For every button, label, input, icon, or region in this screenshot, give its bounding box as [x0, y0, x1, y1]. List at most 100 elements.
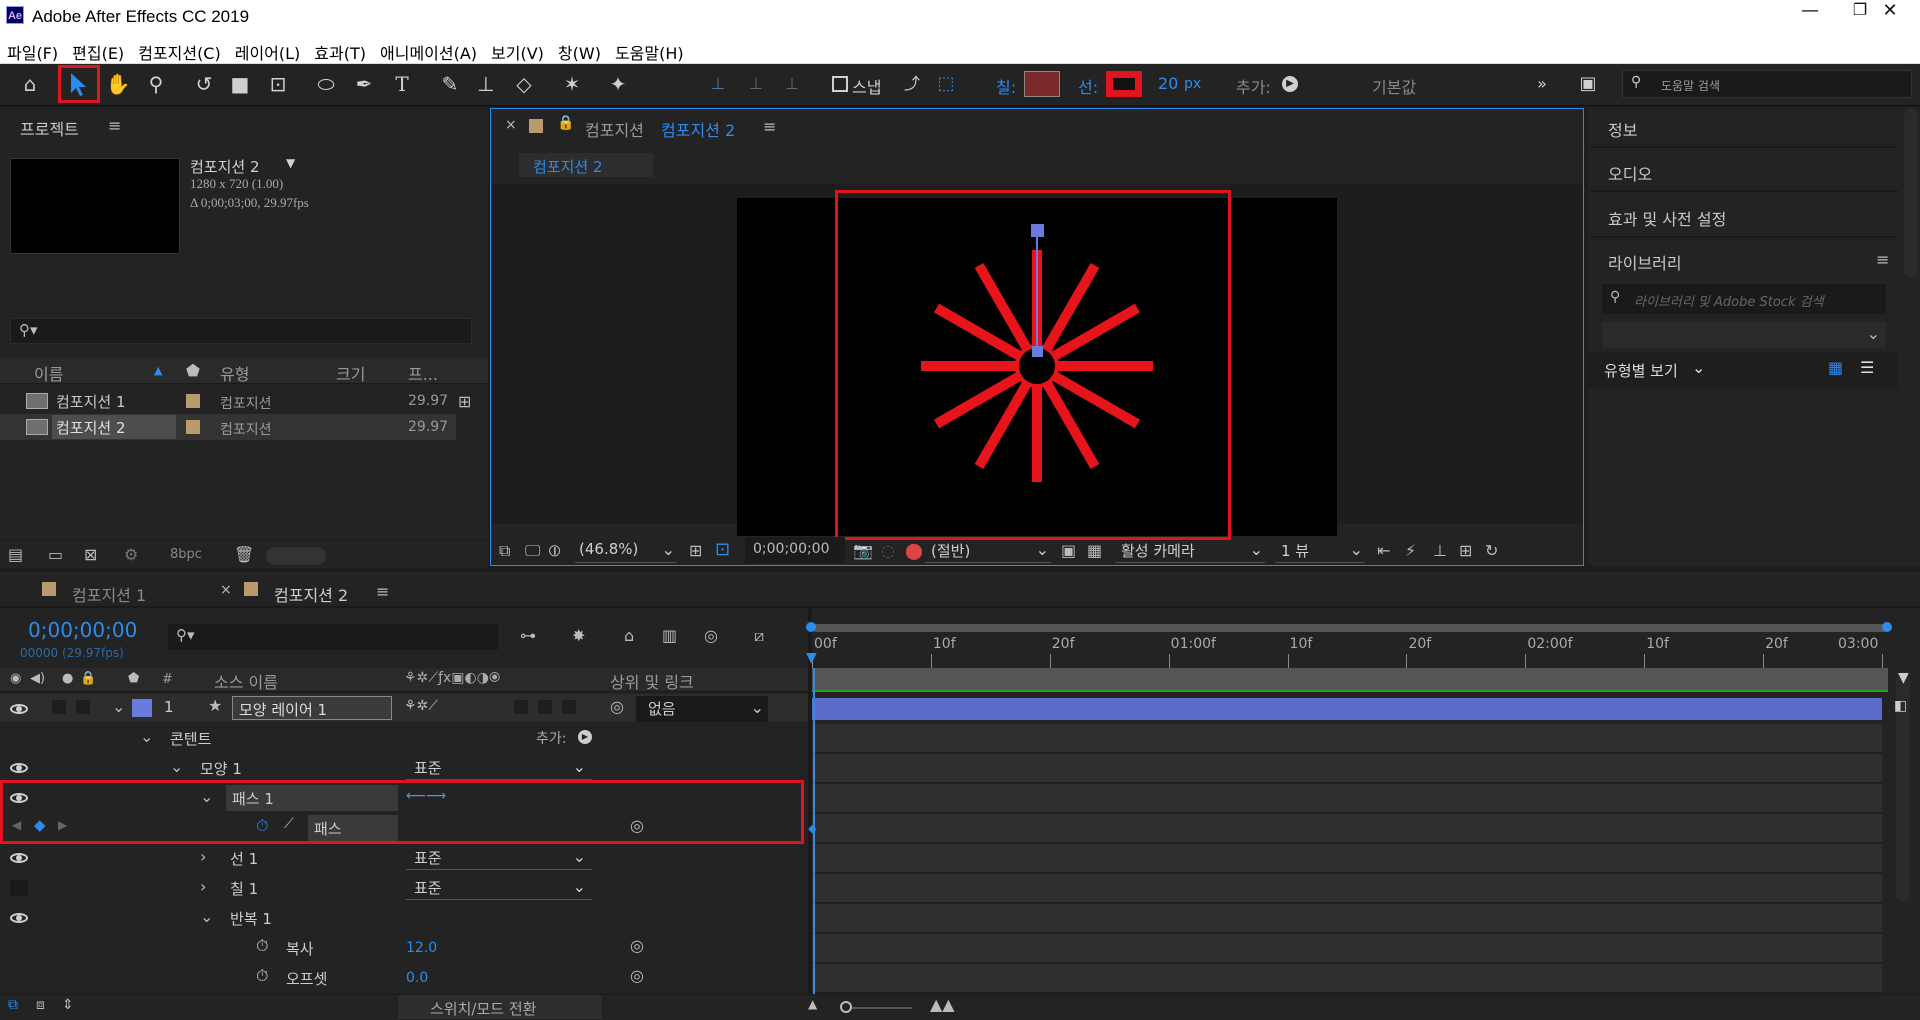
new-composition-icon[interactable]: ⊠ — [84, 545, 97, 564]
eye-toggle-off[interactable] — [10, 880, 28, 896]
fit-icon[interactable]: ⊞ — [689, 541, 702, 560]
comp-mini-flowchart-icon[interactable]: ⊥ — [1433, 541, 1447, 560]
comp-tab[interactable]: 컴포지션 2 — [519, 153, 653, 177]
new-folder-icon[interactable]: ▭ — [48, 545, 63, 564]
parent-dropdown[interactable]: 없음 ⌄ — [636, 696, 768, 722]
project-scroll-handle[interactable] — [266, 547, 326, 565]
layer-row[interactable]: ⌄ 1 ★ 모양 레이어 1 ⚘✲⟋ ◎ 없음 ⌄ — [0, 694, 808, 722]
work-area-end[interactable] — [1882, 622, 1892, 632]
panel-menu-icon[interactable]: ≡ — [1876, 250, 1889, 269]
project-settings-icon[interactable]: ⚙ — [124, 545, 138, 564]
pen-tool-icon[interactable]: ✒ — [348, 68, 380, 100]
close-button[interactable]: ✕ — [1860, 0, 1920, 32]
comp-panel-name[interactable]: 컴포지션 2 — [661, 117, 735, 141]
label-tag-icon[interactable]: ⬟ — [128, 671, 139, 686]
grid-view-icon[interactable]: ▦ — [1828, 358, 1843, 377]
offset-value[interactable]: 0.0 — [406, 970, 428, 986]
add-play-icon[interactable]: ▶ — [578, 730, 592, 744]
work-area-region[interactable] — [812, 668, 1888, 692]
fill-swatch[interactable] — [1024, 71, 1060, 97]
layer-label-color[interactable] — [132, 699, 152, 717]
layer-name-field[interactable]: 모양 레이어 1 — [232, 696, 392, 720]
roto-brush-tool-icon[interactable]: ✶ — [556, 68, 588, 100]
eye-icon[interactable] — [10, 704, 28, 714]
flowchart-icon[interactable]: ⊞ — [458, 392, 471, 411]
close-tab-icon[interactable]: × — [220, 582, 232, 598]
view-by-type-button[interactable]: 유형별 보기 — [1604, 360, 1678, 381]
snapshot-icon[interactable]: 📷 — [853, 541, 873, 560]
motion-blur-icon[interactable]: ◎ — [704, 626, 718, 645]
comp-button-icon[interactable]: ◧ — [1894, 698, 1907, 714]
puppet-tool-icon[interactable]: ✦ — [602, 68, 634, 100]
col-source-name[interactable]: 소스 이름 — [214, 669, 278, 693]
playhead-handle[interactable]: ▼ — [806, 650, 817, 666]
add-play-icon[interactable]: ▶ — [1282, 76, 1298, 92]
menu-view[interactable]: 보기(V) — [484, 32, 551, 64]
timeline-timecode[interactable]: 0;00;00;00 — [28, 618, 137, 642]
col-type[interactable]: 유형 — [220, 361, 249, 385]
resolution-dropdown[interactable]: (절반) ⌄ — [925, 537, 1051, 563]
eye-icon[interactable] — [10, 853, 28, 863]
clone-stamp-tool-icon[interactable]: ⊥ — [470, 68, 502, 100]
type-tool-icon[interactable]: T — [386, 68, 418, 100]
current-time-field[interactable]: 0;00;00;00 — [745, 537, 845, 563]
work-area-bar[interactable] — [812, 624, 1888, 632]
chevron-down-icon[interactable]: ⌄ — [140, 727, 153, 746]
effects-presets-panel-header[interactable]: 효과 및 사전 설정 — [1590, 196, 1898, 238]
camera-tool-icon[interactable]: ■ — [224, 68, 256, 100]
lock-icon[interactable]: 🔒 — [557, 115, 574, 131]
eye-icon[interactable] — [10, 763, 28, 773]
local-axis-icon[interactable]: ⊥ — [702, 68, 734, 100]
close-tab-icon[interactable]: × — [505, 117, 517, 133]
show-snapshot-icon[interactable]: ◌ — [881, 541, 895, 560]
project-search-field[interactable]: ⚲▾ — [10, 318, 472, 344]
col-size[interactable]: 크기 — [336, 361, 365, 385]
pick-whip-icon[interactable]: ◎ — [610, 697, 624, 716]
copies-value[interactable]: 12.0 — [406, 940, 437, 956]
hand-tool-icon[interactable]: ✋ — [102, 68, 134, 100]
transfer-controls-toggle-icon[interactable]: ⧈ — [36, 997, 45, 1013]
snap-checkbox[interactable] — [832, 76, 848, 92]
fill1-row[interactable]: › 칠 1 표준 ⌄ — [0, 874, 808, 902]
flowchart-icon[interactable]: ⊞ — [1459, 541, 1472, 560]
stopwatch-icon[interactable]: ⏱ — [256, 966, 268, 986]
reset-exposure-icon[interactable]: ⇤ — [1377, 541, 1390, 560]
label-color-swatch[interactable] — [186, 420, 200, 434]
chevron-right-icon[interactable]: › — [200, 847, 206, 866]
selected-item-dropdown-icon[interactable]: ▼ — [286, 156, 295, 170]
always-preview-icon[interactable]: ⧉ — [499, 541, 510, 561]
camera-dropdown[interactable]: 활성 카메라 ⌄ — [1115, 537, 1265, 563]
stroke-swatch[interactable] — [1106, 71, 1142, 97]
menu-animation[interactable]: 애니메이션(A) — [373, 32, 484, 64]
col-fps[interactable]: 프... — [408, 361, 438, 385]
menu-file[interactable]: 파일(F) — [0, 32, 65, 64]
brush-tool-icon[interactable]: ✎ — [434, 68, 466, 100]
toggle-switches-modes-button[interactable]: 스위치/모드 전환 — [398, 995, 602, 1019]
panel-menu-icon[interactable]: ≡ — [376, 582, 389, 601]
stroke-width-value[interactable]: 20 — [1158, 74, 1178, 93]
channel-icon[interactable]: ⬤ — [905, 541, 923, 560]
library-panel-header[interactable]: 라이브러리 — [1590, 242, 1898, 282]
menu-effect[interactable]: 효과(T) — [307, 32, 373, 64]
solo-icon[interactable]: ● — [62, 671, 73, 686]
graph-editor-icon[interactable]: ⧄ — [754, 626, 764, 646]
rotate-tool-icon[interactable]: ↺ — [188, 68, 220, 100]
contents-row[interactable]: ⌄ 콘텐트 추가: ▶ — [0, 724, 808, 752]
fast-preview-icon[interactable]: ▣ — [1061, 541, 1076, 560]
lock-icon[interactable]: 🔒 — [80, 671, 96, 686]
refresh-icon[interactable]: ↻ — [1485, 541, 1498, 560]
workspace-label[interactable]: 기본값 — [1372, 74, 1416, 98]
project-item-selected[interactable]: 컴포지션 2 컴포지션 29.97 — [0, 414, 456, 440]
zoom-tool-icon[interactable]: ⚲ — [140, 68, 172, 100]
list-view-icon[interactable]: ☰ — [1860, 358, 1874, 377]
library-search-field[interactable]: ⚲ 라이브러리 및 Adobe Stock 검색 — [1602, 284, 1886, 314]
layer-switches[interactable]: ⚘✲⟋ — [404, 698, 438, 714]
more-workspaces-icon[interactable]: » — [1526, 68, 1558, 100]
mask-visibility-icon[interactable]: ⦶ — [549, 541, 561, 561]
chevron-down-icon[interactable]: ⌄ — [1692, 358, 1705, 377]
time-ruler[interactable]: 00f 10f 20f 01:00f 10f 20f 02:00f 10f 20f 03:00 — [812, 634, 1888, 668]
world-axis-icon[interactable]: ⊥ — [740, 68, 772, 100]
stroke1-row[interactable]: › 선 1 표준 ⌄ — [0, 844, 808, 872]
pick-whip-icon[interactable]: ◎ — [630, 936, 644, 955]
layer-bar[interactable] — [812, 698, 1882, 720]
